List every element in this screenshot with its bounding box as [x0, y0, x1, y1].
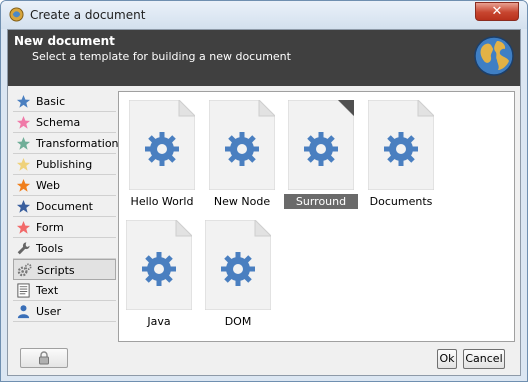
dialog-window: Create a document ✕ New document Select …	[0, 0, 528, 382]
sidebar-item-label: Publishing	[36, 158, 93, 171]
template-item[interactable]: New Node	[205, 100, 279, 210]
template-label: DOM	[224, 315, 252, 328]
template-item[interactable]: Documents	[364, 100, 438, 210]
sidebar-item-label: User	[36, 305, 62, 318]
header-banner: New document Select a template for build…	[8, 30, 520, 86]
sidebar-item-web[interactable]: Web	[13, 175, 116, 196]
template-label: Surround	[284, 194, 358, 209]
sidebar-item-tools[interactable]: Tools	[13, 238, 116, 259]
close-button[interactable]: ✕	[475, 2, 519, 21]
ok-button[interactable]: Ok	[437, 349, 457, 369]
gear-icon	[221, 252, 255, 286]
lock-button[interactable]	[20, 348, 68, 368]
template-item[interactable]: DOM	[201, 220, 275, 330]
template-item[interactable]: Surround	[284, 100, 358, 210]
document-template-icon	[288, 100, 354, 190]
cancel-button[interactable]: Cancel	[463, 349, 505, 369]
text-file-icon	[16, 283, 31, 298]
header-title: New document	[14, 34, 115, 48]
sidebar-item-label: Form	[36, 221, 64, 234]
title-bar[interactable]: Create a document ✕	[1, 1, 527, 29]
star-icon	[16, 178, 31, 193]
gear-icon	[384, 132, 418, 166]
close-icon: ✕	[491, 4, 503, 19]
star-icon	[16, 220, 31, 235]
document-template-icon	[129, 100, 195, 190]
sidebar-item-publishing[interactable]: Publishing	[13, 154, 116, 175]
sidebar-item-schema[interactable]: Schema	[13, 112, 116, 133]
document-template-icon	[368, 100, 434, 190]
star-icon	[16, 115, 31, 130]
template-grid: Hello World New Node Surround Documents …	[118, 91, 515, 342]
star-icon	[16, 136, 31, 151]
star-icon	[16, 94, 31, 109]
user-icon	[16, 304, 31, 319]
sidebar-item-label: Schema	[36, 116, 81, 129]
sidebar-item-label: Document	[36, 200, 93, 213]
template-label: Documents	[369, 195, 433, 208]
sidebar-item-label: Scripts	[37, 264, 75, 277]
sidebar-item-form[interactable]: Form	[13, 217, 116, 238]
globe-icon	[474, 36, 514, 76]
sidebar-item-label: Text	[36, 284, 59, 297]
sidebar-item-label: Transformation	[36, 137, 119, 150]
gear-icon	[304, 132, 338, 166]
sidebar-item-scripts[interactable]: Scripts	[13, 259, 116, 280]
document-template-icon	[209, 100, 275, 190]
star-icon	[16, 199, 31, 214]
category-list: Basic Schema Transformation Publishing Web Do…	[13, 91, 119, 322]
sidebar-item-label: Basic	[36, 95, 66, 108]
template-label: Java	[147, 315, 171, 328]
document-template-icon	[126, 220, 192, 310]
document-template-icon	[205, 220, 271, 310]
lock-icon	[39, 351, 49, 365]
sidebar-item-label: Tools	[36, 242, 64, 255]
star-icon	[16, 157, 31, 172]
wrench-icon	[16, 241, 31, 256]
sidebar-item-user[interactable]: User	[13, 301, 116, 322]
template-item[interactable]: Java	[122, 220, 196, 330]
gear-icon	[225, 132, 259, 166]
sidebar-item-text[interactable]: Text	[13, 280, 116, 301]
sidebar-item-document[interactable]: Document	[13, 196, 116, 217]
header-subtitle: Select a template for building a new doc…	[32, 50, 291, 63]
sidebar-item-basic[interactable]: Basic	[13, 91, 116, 112]
window-title: Create a document	[30, 8, 146, 22]
sidebar-item-label: Web	[36, 179, 60, 192]
dialog-body: New document Select a template for build…	[7, 29, 521, 376]
gear-icon	[142, 252, 176, 286]
app-icon	[9, 7, 24, 22]
template-label: Hello World	[130, 195, 194, 208]
gear-icon	[145, 132, 179, 166]
sidebar-item-transformation[interactable]: Transformation	[13, 133, 119, 154]
template-item[interactable]: Hello World	[125, 100, 199, 210]
gears-icon	[17, 263, 32, 278]
template-label: New Node	[213, 195, 271, 208]
